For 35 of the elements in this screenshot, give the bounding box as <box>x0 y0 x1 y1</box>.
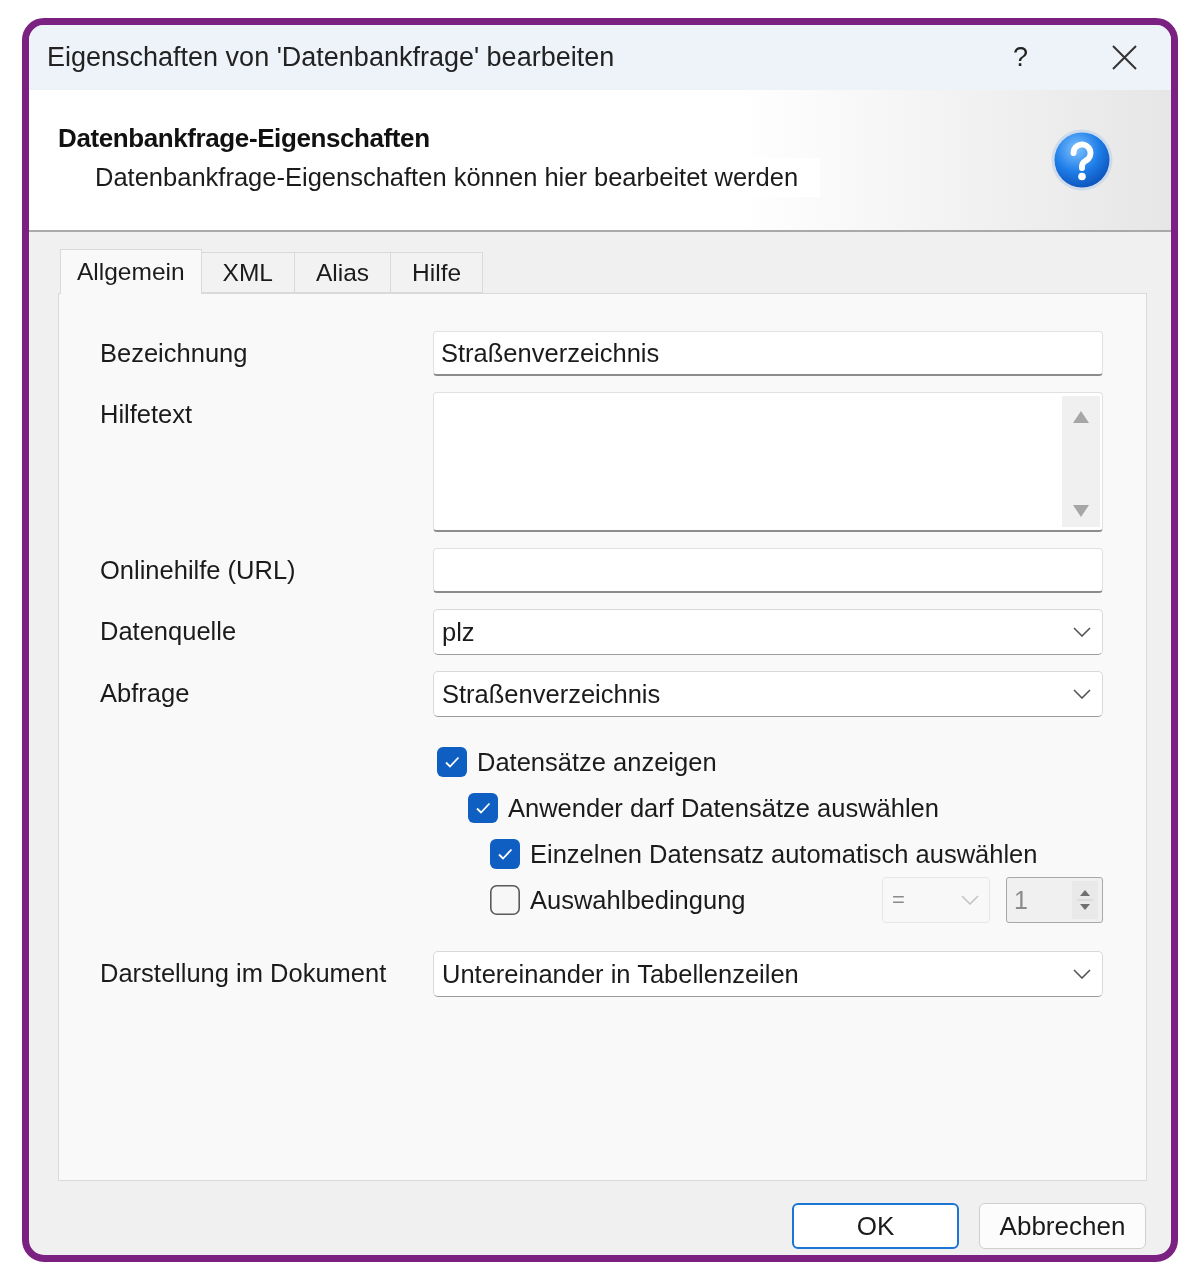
checkbox[interactable] <box>490 885 520 915</box>
field-label: Bezeichnung <box>100 339 248 368</box>
tab[interactable]: XML <box>200 252 295 293</box>
checkbox[interactable] <box>437 747 467 777</box>
tab[interactable]: Alias <box>294 252 392 293</box>
chevron-down-icon <box>1073 689 1091 699</box>
field-label: Abfrage <box>100 679 190 708</box>
dropdown[interactable]: plz <box>433 609 1103 655</box>
text-field[interactable]: Straßenverzeichnis <box>433 331 1103 376</box>
checkbox-label[interactable]: Einzelnen Datensatz automatisch auswählen <box>530 839 1038 869</box>
checkbox[interactable] <box>468 793 498 823</box>
chevron-down-icon <box>961 895 979 905</box>
field-label: Datenquelle <box>100 617 237 646</box>
checkbox-label[interactable]: Datensätze anzeigen <box>477 747 717 777</box>
help-button[interactable]: ? <box>1012 42 1028 73</box>
dropdown[interactable]: Straßenverzeichnis <box>433 671 1103 717</box>
spin-arrows-icon <box>1072 881 1098 919</box>
text-field[interactable] <box>433 548 1103 593</box>
window-title: Eigenschaften von 'Datenbankfrage' bearbeiten <box>47 42 615 73</box>
tab[interactable]: Allgemein <box>60 249 202 294</box>
tab[interactable]: Hilfe <box>390 252 484 293</box>
cancel-button[interactable]: Abbrechen <box>979 1203 1146 1249</box>
header-title: Datenbankfrage-Eigenschaften <box>58 123 430 154</box>
checkbox[interactable] <box>490 839 520 869</box>
field-label: Hilfetext <box>100 400 193 429</box>
chevron-down-icon <box>1073 969 1091 979</box>
field-label: Darstellung im Dokument <box>100 959 387 988</box>
chevron-down-icon <box>1073 627 1091 637</box>
dropdown[interactable]: Untereinander in Tabellenzeilen <box>433 951 1103 997</box>
help-icon <box>1051 129 1113 191</box>
field-label: Onlinehilfe (URL) <box>100 556 296 585</box>
ok-button[interactable]: OK <box>792 1203 959 1249</box>
close-icon[interactable] <box>1112 45 1137 70</box>
checkbox-label[interactable]: Anwender darf Datensätze auswählen <box>508 793 939 823</box>
checkbox-label[interactable]: Auswahlbedingung <box>530 885 746 915</box>
